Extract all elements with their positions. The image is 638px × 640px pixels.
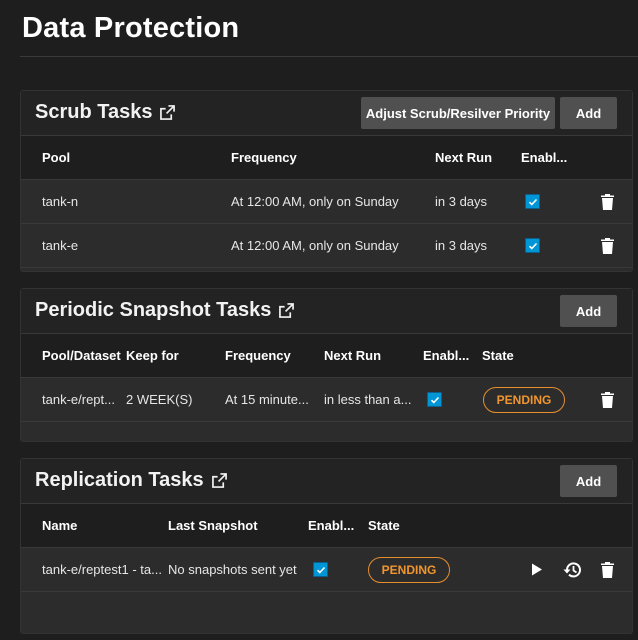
col-pool-dataset[interactable]: Pool/Dataset	[42, 334, 121, 377]
replication-table-header: Name Last Snapshot Enabl... State	[21, 503, 632, 548]
table-row: tank-e/rept... 2 WEEK(S) At 15 minute...…	[21, 378, 632, 422]
snapshot-tasks-title: Periodic Snapshot Tasks	[35, 299, 272, 321]
scrub-tasks-card: Scrub Tasks Adjust Scrub/Resilver Priori…	[20, 90, 633, 272]
next-run-cell: in 3 days	[435, 238, 488, 253]
pool-cell: tank-e	[42, 238, 79, 253]
state-pending-badge[interactable]: PENDING	[368, 556, 450, 583]
restore-icon[interactable]	[561, 548, 583, 591]
title-divider	[20, 56, 638, 57]
replication-tasks-title: Replication Tasks	[35, 469, 204, 491]
col-frequency[interactable]: Frequency	[231, 136, 297, 179]
snapshot-table-header: Pool/Dataset Keep for Frequency Next Run…	[21, 333, 632, 378]
col-enabled[interactable]: Enabl...	[423, 334, 469, 377]
keep-for-cell: 2 WEEK(S)	[126, 392, 193, 407]
open-in-new-icon[interactable]	[160, 105, 176, 120]
col-state[interactable]: State	[482, 334, 514, 377]
col-name[interactable]: Name	[42, 504, 77, 547]
delete-icon[interactable]	[599, 378, 615, 421]
dataset-cell: tank-e/rept...	[42, 392, 115, 407]
col-keep-for[interactable]: Keep for	[126, 334, 179, 377]
pool-cell: tank-n	[42, 194, 79, 209]
page-title: Data Protection	[22, 12, 240, 44]
enabled-checkbox[interactable]	[525, 238, 540, 253]
open-in-new-icon[interactable]	[279, 303, 295, 318]
scrub-add-button[interactable]: Add	[560, 97, 617, 129]
enabled-checkbox[interactable]	[313, 562, 328, 577]
snapshot-add-button[interactable]: Add	[560, 295, 617, 327]
col-frequency[interactable]: Frequency	[225, 334, 291, 377]
frequency-cell: At 12:00 AM, only on Sunday	[231, 238, 399, 253]
checkmark-icon	[528, 242, 537, 250]
col-next-run[interactable]: Next Run	[324, 334, 381, 377]
col-last-snapshot[interactable]: Last Snapshot	[168, 504, 258, 547]
enabled-checkbox[interactable]	[427, 392, 442, 407]
open-in-new-icon[interactable]	[211, 473, 227, 488]
adjust-scrub-priority-button[interactable]: Adjust Scrub/Resilver Priority	[361, 97, 555, 129]
table-row: tank-e At 12:00 AM, only on Sunday in 3 …	[21, 224, 632, 268]
frequency-cell: At 12:00 AM, only on Sunday	[231, 194, 399, 209]
enabled-checkbox[interactable]	[525, 194, 540, 209]
next-run-cell: in less than a...	[324, 392, 412, 407]
play-icon[interactable]	[529, 548, 545, 591]
next-run-cell: in 3 days	[435, 194, 488, 209]
col-state[interactable]: State	[368, 504, 400, 547]
delete-icon[interactable]	[599, 180, 615, 223]
replication-add-button[interactable]: Add	[560, 465, 617, 497]
col-pool[interactable]: Pool	[42, 136, 70, 179]
frequency-cell: At 15 minute...	[225, 392, 309, 407]
snapshot-tasks-card: Periodic Snapshot Tasks Add Pool/Dataset…	[20, 288, 633, 442]
replication-tasks-card: Replication Tasks Add Name Last Snapshot…	[20, 458, 633, 634]
delete-icon[interactable]	[599, 224, 615, 267]
table-row: tank-n At 12:00 AM, only on Sunday in 3 …	[21, 180, 632, 224]
last-snapshot-cell: No snapshots sent yet	[168, 562, 297, 577]
scrub-table-header: Pool Frequency Next Run Enabl...	[21, 135, 632, 180]
replication-tasks-header: Replication Tasks Add	[21, 459, 632, 503]
checkmark-icon	[430, 396, 439, 404]
checkmark-icon	[528, 198, 537, 206]
delete-icon[interactable]	[599, 548, 615, 591]
col-enabled[interactable]: Enabl...	[521, 136, 567, 179]
scrub-tasks-header: Scrub Tasks Adjust Scrub/Resilver Priori…	[21, 91, 632, 135]
snapshot-tasks-header: Periodic Snapshot Tasks Add	[21, 289, 632, 333]
col-enabled[interactable]: Enabl...	[308, 504, 354, 547]
scrub-tasks-title: Scrub Tasks	[35, 101, 153, 123]
state-pending-badge[interactable]: PENDING	[483, 386, 565, 413]
col-next-run[interactable]: Next Run	[435, 136, 492, 179]
name-cell: tank-e/reptest1 - ta...	[42, 562, 162, 577]
table-row: tank-e/reptest1 - ta... No snapshots sen…	[21, 548, 632, 592]
checkmark-icon	[316, 566, 325, 574]
